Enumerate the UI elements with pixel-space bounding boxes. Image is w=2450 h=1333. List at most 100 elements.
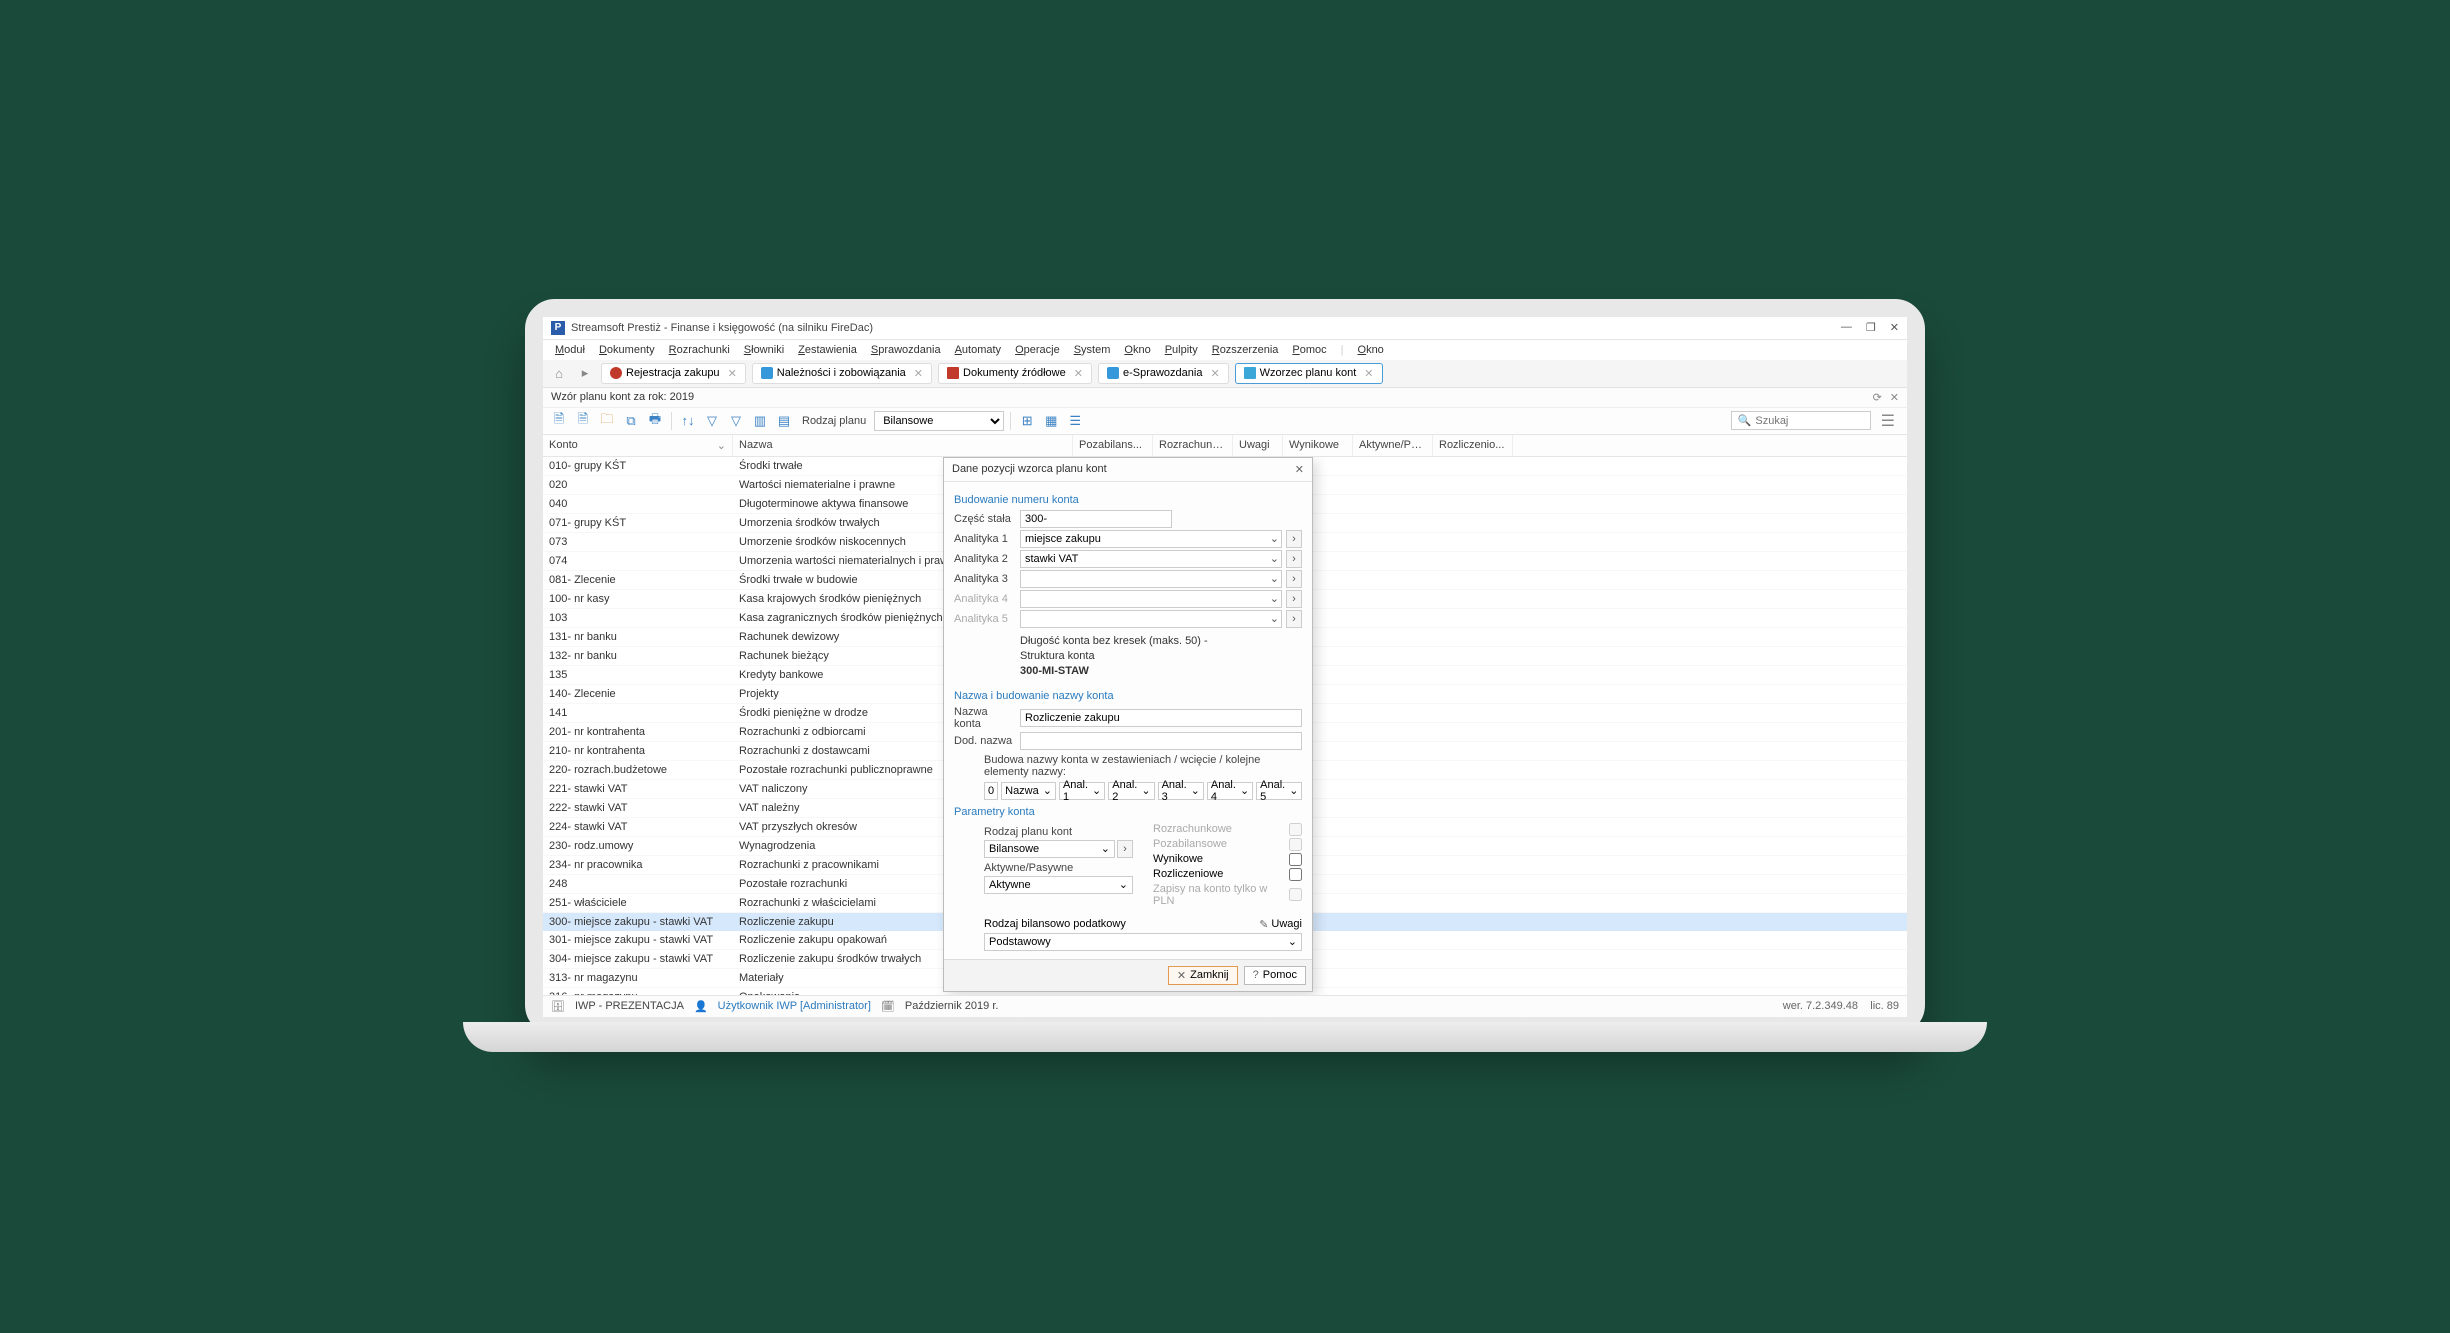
- folder-icon[interactable]: 🗀: [597, 411, 617, 431]
- column-header[interactable]: Aktywne/Pas...: [1353, 435, 1433, 456]
- rbp-select[interactable]: Podstawowy⌄: [984, 933, 1302, 951]
- list-icon[interactable]: ▤: [774, 411, 794, 431]
- analityka3-select[interactable]: ⌄: [1020, 570, 1282, 588]
- filter-icon[interactable]: ▽: [726, 411, 746, 431]
- open-doc-icon[interactable]: 🗎: [573, 411, 593, 431]
- tab[interactable]: Należności i zobowiązania✕: [752, 363, 932, 384]
- cell-konto: 201- nr kontrahenta: [543, 724, 733, 740]
- tree-view-icon[interactable]: ⊞: [1017, 411, 1037, 431]
- chk-rozliczeniowe[interactable]: [1289, 868, 1302, 881]
- cell-konto: 131- nr banku: [543, 629, 733, 645]
- search-box[interactable]: 🔍: [1731, 411, 1871, 430]
- chk-pozabilansowe[interactable]: [1289, 838, 1302, 851]
- analityka4-label: Analityka 4: [954, 593, 1016, 605]
- menu-item[interactable]: Dokumenty: [593, 342, 661, 358]
- close-context-button[interactable]: ✕: [1890, 391, 1899, 404]
- plan-type-select[interactable]: Bilansowe: [874, 411, 1004, 431]
- print-icon[interactable]: 🖶: [645, 411, 665, 431]
- tab-close-icon[interactable]: ✕: [914, 367, 923, 380]
- home-icon[interactable]: ⌂: [549, 363, 569, 383]
- close-window-button[interactable]: ✕: [1890, 321, 1899, 334]
- analityka5-more[interactable]: ›: [1286, 610, 1302, 628]
- analityka4-more[interactable]: ›: [1286, 590, 1302, 608]
- chk-pln[interactable]: [1289, 888, 1302, 901]
- menu-item[interactable]: Pomoc: [1286, 342, 1332, 358]
- tab-close-icon[interactable]: ✕: [1364, 367, 1373, 380]
- menu-item[interactable]: Słowniki: [738, 342, 790, 358]
- tab-close-icon[interactable]: ✕: [728, 367, 737, 380]
- dialog-close-button[interactable]: ✕: [1295, 463, 1304, 476]
- analityka4-select[interactable]: ⌄: [1020, 590, 1282, 608]
- sort-icon[interactable]: ↑↓: [678, 411, 698, 431]
- cell-konto: 141: [543, 705, 733, 721]
- analityka1-more[interactable]: ›: [1286, 530, 1302, 548]
- funnel-icon[interactable]: ▽: [702, 411, 722, 431]
- grid-view-icon[interactable]: ▦: [1041, 411, 1061, 431]
- menu-item[interactable]: Okno: [1118, 342, 1156, 358]
- rodzaj-planu-select[interactable]: Bilansowe⌄: [984, 840, 1115, 858]
- column-header[interactable]: Rozliczenio...: [1433, 435, 1513, 456]
- menu-icon[interactable]: ☰: [1875, 411, 1901, 431]
- new-doc-icon[interactable]: 🗎: [549, 411, 569, 431]
- dod-nazwa-input[interactable]: [1020, 732, 1302, 750]
- elem3-select[interactable]: Anal. 2⌄: [1108, 782, 1154, 800]
- minimize-button[interactable]: —: [1841, 321, 1852, 334]
- menu-item[interactable]: Okno: [1352, 342, 1390, 358]
- analityka1-select[interactable]: miejsce zakupu⌄: [1020, 530, 1282, 548]
- menu-item[interactable]: Automaty: [949, 342, 1007, 358]
- tab[interactable]: Wzorzec planu kont ✕: [1235, 363, 1383, 384]
- menu-item[interactable]: Sprawozdania: [865, 342, 947, 358]
- help-button[interactable]: ?Pomoc: [1244, 966, 1306, 985]
- elem1-select[interactable]: Nazwa⌄: [1001, 782, 1056, 800]
- elem4-select[interactable]: Anal. 3⌄: [1158, 782, 1204, 800]
- close-button[interactable]: ✕Zamknij: [1168, 966, 1238, 985]
- period: Październik 2019 r.: [905, 1000, 999, 1012]
- menu-item[interactable]: Pulpity: [1159, 342, 1204, 358]
- tab[interactable]: e-Sprawozdania✕: [1098, 363, 1229, 384]
- tab-close-icon[interactable]: ✕: [1074, 367, 1083, 380]
- maximize-button[interactable]: ❐: [1866, 321, 1876, 334]
- rodzaj-planu-more[interactable]: ›: [1117, 840, 1133, 858]
- aktywne-pasywne-select[interactable]: Aktywne⌄: [984, 876, 1133, 894]
- column-header[interactable]: Wynikowe: [1283, 435, 1353, 456]
- chk-rozrachunkowe[interactable]: [1289, 823, 1302, 836]
- analityka3-more[interactable]: ›: [1286, 570, 1302, 588]
- uwagi-label: Uwagi: [1271, 918, 1302, 930]
- indent-select[interactable]: 0: [984, 782, 998, 800]
- column-header[interactable]: Uwagi: [1233, 435, 1283, 456]
- columns-icon[interactable]: ▥: [750, 411, 770, 431]
- restore-icon[interactable]: ⟳: [1873, 391, 1882, 404]
- menu-item[interactable]: System: [1068, 342, 1117, 358]
- cell-aktywne: [1827, 591, 1907, 607]
- menu-item[interactable]: Rozszerzenia: [1206, 342, 1285, 358]
- tab-nav-icon[interactable]: ▸: [575, 363, 595, 383]
- cell-aktywne: [1827, 458, 1907, 474]
- search-input[interactable]: [1755, 415, 1863, 427]
- cell-konto: 300- miejsce zakupu - stawki VAT: [543, 914, 733, 930]
- menu-item[interactable]: Rozrachunki: [663, 342, 736, 358]
- column-header[interactable]: Nazwa: [733, 435, 1073, 456]
- analityka5-select[interactable]: ⌄: [1020, 610, 1282, 628]
- tab[interactable]: Dokumenty źródłowe✕: [938, 363, 1092, 384]
- czesc-stala-input[interactable]: [1020, 510, 1172, 528]
- column-header[interactable]: Pozabilans...: [1073, 435, 1153, 456]
- menu-item[interactable]: Zestawienia: [792, 342, 863, 358]
- elem2-select[interactable]: Anal. 1⌄: [1059, 782, 1105, 800]
- tab-close-icon[interactable]: ✕: [1210, 367, 1219, 380]
- menu-item[interactable]: Moduł: [549, 342, 591, 358]
- dialog-title: Dane pozycji wzorca planu kont: [952, 463, 1107, 475]
- menu-item[interactable]: Operacje: [1009, 342, 1066, 358]
- column-header[interactable]: Rozrachunko...: [1153, 435, 1233, 456]
- elem6-select[interactable]: Anal. 5⌄: [1256, 782, 1302, 800]
- elem5-select[interactable]: Anal. 4⌄: [1207, 782, 1253, 800]
- copy-icon[interactable]: ⧉: [621, 411, 641, 431]
- tab-label: Rejestracja zakupu: [626, 367, 720, 379]
- hier-icon[interactable]: ☰: [1065, 411, 1085, 431]
- analityka2-select[interactable]: stawki VAT⌄: [1020, 550, 1282, 568]
- column-header[interactable]: Konto ⌄: [543, 435, 733, 456]
- chk-wynikowe[interactable]: [1289, 853, 1302, 866]
- analityka2-more[interactable]: ›: [1286, 550, 1302, 568]
- tab[interactable]: Rejestracja zakupu ✕: [601, 363, 746, 384]
- nazwa-konta-input[interactable]: [1020, 709, 1302, 727]
- tab-label: Wzorzec planu kont: [1260, 367, 1357, 379]
